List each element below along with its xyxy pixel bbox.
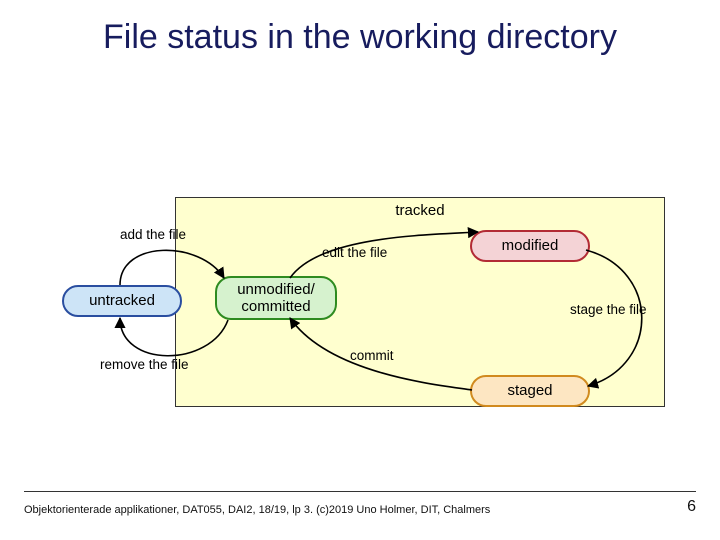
edge-remove-label: remove the file: [100, 357, 189, 372]
state-unmodified-label: unmodified/ committed: [237, 281, 315, 316]
edge-stage-label: stage the file: [570, 302, 647, 317]
edge-edit-label: edit the file: [322, 245, 387, 260]
state-modified: modified: [470, 230, 590, 262]
edge-commit-label: commit: [350, 348, 394, 363]
edge-add-label: add the file: [120, 227, 186, 242]
tracked-label: tracked: [176, 202, 664, 219]
slide: File status in the working directory tra…: [0, 0, 720, 540]
page-title: File status in the working directory: [0, 18, 720, 57]
state-unmodified: unmodified/ committed: [215, 276, 337, 320]
page-number: 6: [687, 498, 696, 516]
state-staged: staged: [470, 375, 590, 407]
state-untracked: untracked: [62, 285, 182, 317]
footer-text: Objektorienterade applikationer, DAT055,…: [24, 504, 490, 516]
footer: Objektorienterade applikationer, DAT055,…: [24, 491, 696, 516]
